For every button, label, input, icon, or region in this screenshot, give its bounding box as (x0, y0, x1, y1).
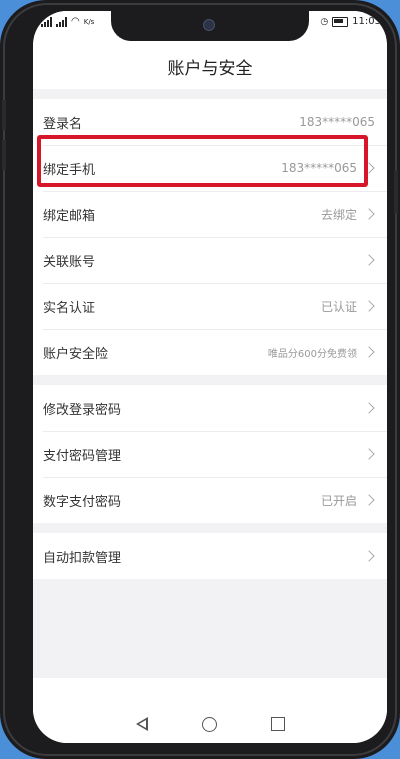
signal-icon (41, 16, 52, 27)
volume-button (2, 100, 6, 130)
row-digital-payment-password[interactable]: 数字支付密码 已开启 (33, 477, 387, 523)
status-right: ◷ 11:03 (320, 16, 381, 27)
row-value: 183*****065 (299, 115, 375, 129)
row-value: 唯品分600分免费领 (267, 348, 357, 360)
phone-frame: ◠ K/s ◷ 11:03 账户与安全 登录名 183*****065 绑定手机… (0, 0, 400, 759)
row-label: 数字支付密码 (43, 494, 122, 510)
row-value: 已开启 (320, 493, 357, 508)
row-account-insurance[interactable]: 账户安全险 唯品分600分免费领 (33, 329, 387, 375)
row-value: 去绑定 (320, 207, 357, 222)
row-auto-deduction[interactable]: 自动扣款管理 (33, 533, 387, 579)
row-label: 修改登录密码 (43, 402, 122, 418)
signal-icon (56, 16, 67, 27)
chevron-right-icon (363, 448, 375, 460)
notch (111, 11, 309, 41)
volume-button (2, 140, 6, 170)
battery-icon (332, 16, 349, 27)
settings-group-autopay: 自动扣款管理 (33, 533, 387, 579)
recent-apps-square-icon[interactable] (270, 717, 285, 731)
row-linked-accounts[interactable]: 关联账号 (33, 237, 387, 283)
row-payment-password[interactable]: 支付密码管理 (33, 431, 387, 477)
row-label: 自动扣款管理 (43, 550, 122, 566)
system-nav-bar (33, 705, 387, 743)
settings-group-password: 修改登录密码 支付密码管理 数字支付密码 已开启 (33, 385, 387, 523)
camera-icon (203, 19, 215, 31)
row-label: 账户安全险 (43, 346, 109, 362)
highlight-box (37, 135, 368, 187)
chevron-right-icon (363, 346, 375, 358)
status-time: 11:03 (352, 16, 381, 27)
row-real-name-auth[interactable]: 实名认证 已认证 (33, 283, 387, 329)
chevron-right-icon (363, 254, 375, 266)
page-header: 账户与安全 (33, 43, 387, 89)
chevron-right-icon (363, 300, 375, 312)
chevron-right-icon (363, 550, 375, 562)
screen: ◠ K/s ◷ 11:03 账户与安全 登录名 183*****065 绑定手机… (33, 11, 387, 743)
row-label: 登录名 (43, 116, 83, 132)
power-button (394, 170, 398, 214)
status-left: ◠ K/s (41, 16, 94, 27)
chevron-right-icon (363, 494, 375, 506)
network-speed: K/s (83, 17, 95, 26)
row-label: 绑定邮箱 (43, 208, 96, 224)
chevron-right-icon (363, 208, 375, 220)
page-title: 账户与安全 (167, 58, 253, 79)
chevron-right-icon (363, 402, 375, 414)
row-label: 实名认证 (43, 300, 96, 316)
row-bind-email[interactable]: 绑定邮箱 去绑定 (33, 191, 387, 237)
row-change-login-password[interactable]: 修改登录密码 (33, 385, 387, 431)
back-triangle-icon[interactable] (135, 717, 148, 731)
alarm-icon: ◷ (320, 16, 329, 27)
row-label: 关联账号 (43, 254, 96, 270)
wifi-icon: ◠ (71, 16, 80, 27)
status-bar: ◠ K/s ◷ 11:03 (33, 11, 387, 41)
home-circle-icon[interactable] (201, 716, 217, 732)
row-value: 已认证 (320, 299, 357, 314)
row-label: 支付密码管理 (43, 448, 122, 464)
